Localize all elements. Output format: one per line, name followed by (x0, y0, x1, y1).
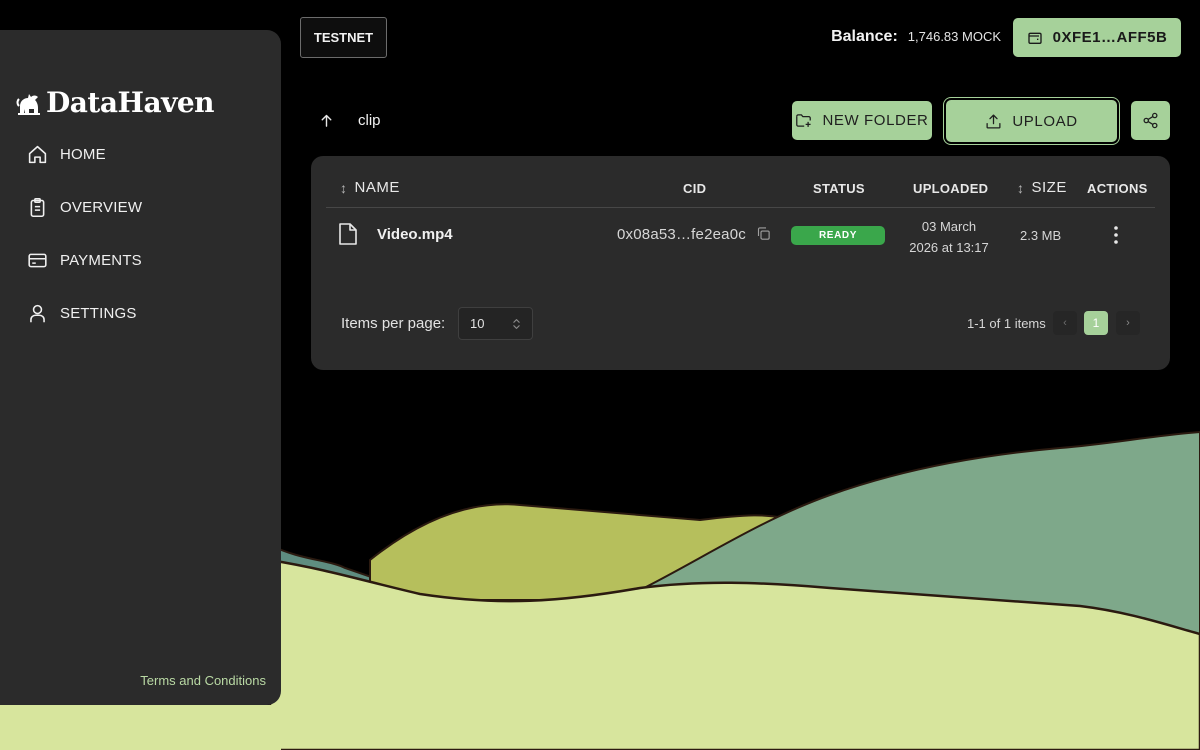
sidebar-nav: HOME OVERVIEW PAYMENTS SETTINGS (0, 128, 281, 340)
terms-and-conditions-link[interactable]: Terms and Conditions (140, 673, 266, 688)
status-badge: READY (791, 226, 885, 245)
balance-display: Balance: 1,746.83 MOCK (831, 28, 1001, 46)
more-options-icon[interactable] (1106, 224, 1126, 246)
elephant-logo-icon (16, 93, 40, 115)
sidebar-item-overview[interactable]: OVERVIEW (0, 181, 281, 234)
wallet-icon (1027, 32, 1042, 44)
chevron-right-icon: › (1126, 317, 1130, 329)
home-icon (28, 145, 47, 164)
items-per-page-label: Items per page: (341, 315, 446, 332)
cid-value: 0x08a53…fe2ea0c (617, 226, 746, 243)
table-row[interactable]: Video.mp4 0x08a53…fe2ea0c READY 03 March… (311, 208, 1170, 264)
file-size: 2.3 MB (1020, 228, 1062, 243)
arrow-up-icon[interactable] (318, 112, 335, 129)
pagination-range-text: 1-1 of 1 items (967, 316, 1046, 331)
folder-plus-icon (796, 114, 812, 127)
column-header-size-label: SIZE (1031, 179, 1067, 196)
next-page-button[interactable]: › (1116, 311, 1140, 335)
file-table-card: ↕ NAME CID STATUS UPLOADED ↕ SIZE ACTION… (311, 156, 1170, 370)
upload-button[interactable]: UPLOAD (946, 100, 1117, 142)
uploaded-date: 03 March 2026 at 13:17 (903, 216, 995, 258)
uploaded-time-line: 2026 at 13:17 (909, 240, 989, 255)
column-header-name[interactable]: ↕ NAME (340, 179, 400, 196)
file-icon (339, 223, 357, 245)
sidebar-item-payments[interactable]: PAYMENTS (0, 234, 281, 287)
column-header-status: STATUS (813, 181, 865, 196)
uploaded-date-line: 03 March (921, 219, 977, 234)
sort-icon: ↕ (340, 179, 348, 196)
sidebar-item-label: OVERVIEW (60, 199, 143, 216)
new-folder-button[interactable]: NEW FOLDER (792, 101, 932, 140)
wallet-address-button[interactable]: 0XFE1…AFF5B (1013, 18, 1181, 57)
column-header-uploaded: UPLOADED (913, 181, 989, 196)
sidebar-item-label: HOME (60, 146, 106, 163)
sidebar-item-home[interactable]: HOME (0, 128, 281, 181)
brand-logo[interactable]: DataHaven (16, 86, 215, 119)
column-header-actions: ACTIONS (1087, 181, 1148, 196)
user-icon (30, 304, 45, 323)
upload-label: UPLOAD (1012, 112, 1078, 130)
upload-icon (986, 113, 1001, 129)
prev-page-button[interactable]: ‹ (1053, 311, 1077, 335)
column-header-name-label: NAME (354, 179, 400, 196)
clipboard-icon (30, 197, 45, 218)
network-button[interactable]: TESTNET (300, 17, 387, 58)
share-icon (1143, 112, 1158, 129)
credit-card-icon (28, 253, 47, 268)
sidebar: DataHaven HOME OVERVIEW PAYMENTS SETTING… (0, 30, 281, 705)
brand-name: DataHaven (46, 86, 215, 119)
wallet-address-label: 0XFE1…AFF5B (1052, 29, 1168, 46)
sort-icon: ↕ (1017, 179, 1025, 196)
sidebar-item-label: PAYMENTS (60, 252, 142, 269)
column-header-size[interactable]: ↕ SIZE (1017, 179, 1067, 196)
sidebar-item-label: SETTINGS (60, 305, 137, 322)
balance-label: Balance: (831, 28, 898, 45)
file-name[interactable]: Video.mp4 (377, 226, 453, 243)
page-button-current[interactable]: 1 (1084, 311, 1108, 335)
sidebar-item-settings[interactable]: SETTINGS (0, 287, 281, 340)
chevron-left-icon: ‹ (1063, 317, 1067, 329)
copy-icon[interactable] (756, 226, 771, 241)
share-button[interactable] (1131, 101, 1170, 140)
balance-value: 1,746.83 MOCK (907, 29, 1001, 44)
items-per-page-select[interactable]: 10 (458, 307, 533, 340)
chevron-updown-icon (513, 319, 520, 329)
new-folder-label: NEW FOLDER (822, 112, 929, 129)
current-folder-name: clip (358, 112, 381, 129)
column-header-cid: CID (683, 181, 707, 196)
items-per-page-value: 10 (470, 316, 485, 331)
